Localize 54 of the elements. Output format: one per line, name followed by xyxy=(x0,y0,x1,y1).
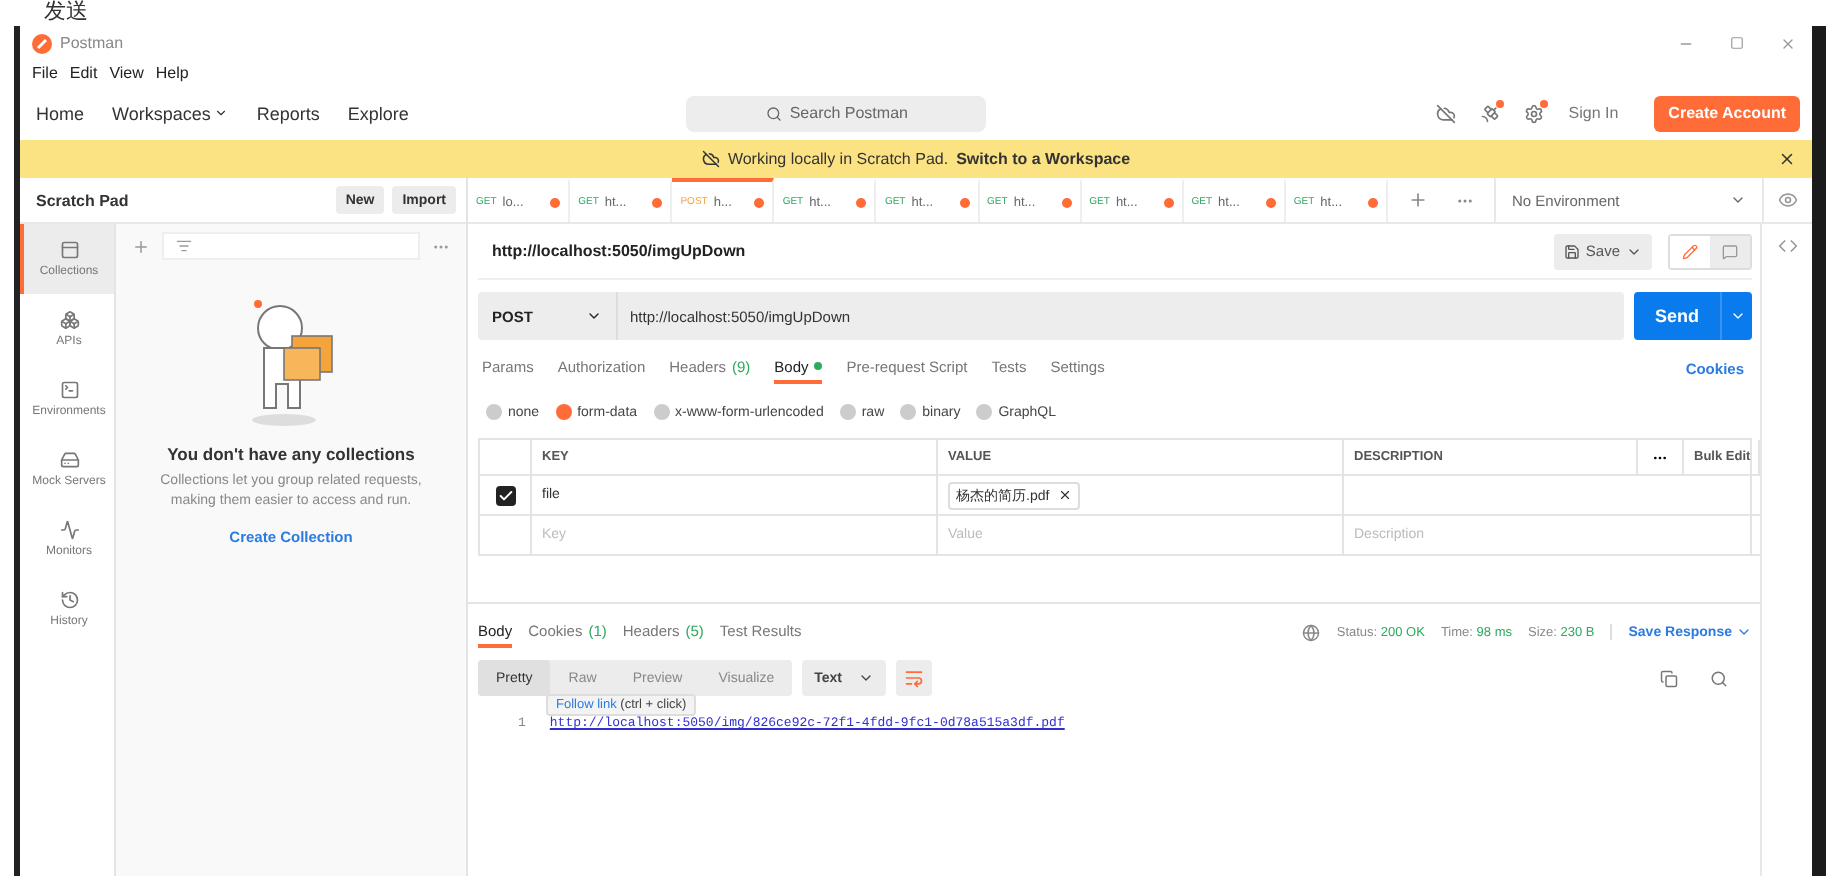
send-button[interactable]: Send xyxy=(1634,292,1752,340)
filter-icon xyxy=(176,238,192,254)
row-checkbox[interactable] xyxy=(495,485,515,505)
add-icon[interactable] xyxy=(132,237,150,255)
chevron-icon xyxy=(1729,308,1745,324)
cloud-off-icon xyxy=(701,150,720,168)
menu-item[interactable]: View xyxy=(109,64,144,82)
add-icon[interactable] xyxy=(1407,190,1428,210)
satellite-icon[interactable] xyxy=(1480,103,1501,123)
app-logo xyxy=(32,33,52,53)
pulse-icon xyxy=(59,520,79,540)
nav-link[interactable]: Explore xyxy=(347,103,409,123)
filter-field[interactable] xyxy=(162,232,420,260)
nav-link[interactable]: Workspaces xyxy=(112,103,211,123)
menu-item[interactable]: File xyxy=(32,64,58,82)
search-icon[interactable] xyxy=(1710,669,1728,687)
nav-link[interactable]: Reports xyxy=(256,103,320,123)
history-icon xyxy=(59,590,79,610)
banner-text: Working locally in Scratch Pad. xyxy=(727,150,949,168)
chevron-icon xyxy=(857,670,874,686)
settings-icon[interactable] xyxy=(1524,103,1545,123)
window-title: Postman xyxy=(60,34,124,52)
close-icon[interactable] xyxy=(1778,150,1796,168)
menu-item[interactable]: Help xyxy=(155,64,189,82)
window-icon xyxy=(59,240,79,260)
cloud-off-icon[interactable] xyxy=(1436,103,1457,123)
request-name: http://localhost:5050/imgUpDown xyxy=(492,242,746,260)
chevron-icon xyxy=(1736,624,1752,640)
remove-icon xyxy=(1057,488,1072,502)
terminal-icon xyxy=(59,380,79,400)
chevron-icon xyxy=(586,308,602,324)
pencil-icon[interactable] xyxy=(1682,243,1698,259)
wrap-button[interactable] xyxy=(895,660,932,696)
globe-icon[interactable] xyxy=(1302,623,1321,641)
copy-icon[interactable] xyxy=(1660,669,1678,687)
sign-in-link[interactable]: Sign In xyxy=(1568,104,1619,122)
cubes-icon xyxy=(59,310,79,330)
chevron-icon[interactable] xyxy=(214,106,229,120)
wrap-icon xyxy=(903,668,924,688)
search-icon xyxy=(765,105,782,121)
sidebar-title: Scratch Pad xyxy=(36,191,131,209)
eye-icon[interactable] xyxy=(1777,190,1798,210)
nav-link[interactable]: Home xyxy=(36,103,85,123)
empty-state-title: You don't have any collections xyxy=(167,444,415,464)
chevron-icon xyxy=(1729,192,1746,208)
search-field[interactable]: Search Postman xyxy=(686,95,987,131)
save-icon xyxy=(1563,243,1580,259)
drive-icon xyxy=(59,450,79,470)
page-heading-fragment: 发送 xyxy=(42,0,90,26)
switch-workspace-link[interactable]: Switch to a Workspace xyxy=(956,150,1131,168)
menu-item[interactable]: Edit xyxy=(69,64,98,82)
maximize-icon[interactable] xyxy=(1730,35,1744,49)
code-icon[interactable] xyxy=(1777,236,1797,256)
comment-icon[interactable] xyxy=(1722,243,1738,259)
